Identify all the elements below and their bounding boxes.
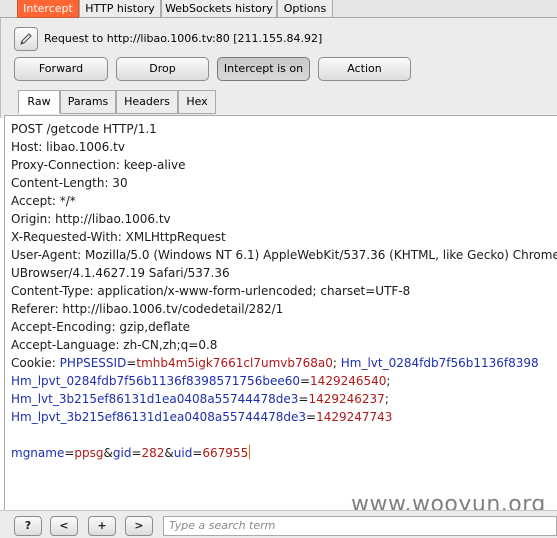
cookie-name: Hm_lvt_0284fdb7f56b1136f8398 (340, 356, 539, 370)
equals-sign: = (306, 410, 317, 424)
cookie-name: Hm_lvt_3b215ef86131d1ea0408a55744478de3 (11, 392, 299, 406)
header-line: Accept: */* (11, 194, 76, 208)
header-line: Accept-Encoding: gzip,deflate (11, 320, 191, 334)
cookie-line: Hm_lvt_3b215ef86131d1ea0408a55744478de3=… (11, 390, 389, 408)
header-line: Host: libao.1006.tv (11, 140, 125, 154)
tab-options[interactable]: Options (277, 0, 333, 18)
forward-button[interactable]: Forward (14, 57, 108, 81)
action-button[interactable]: Action (318, 57, 411, 81)
tab-hex[interactable]: Hex (178, 90, 216, 114)
cookie-value: 1429246237 (308, 392, 385, 406)
cookie-name: Hm_lpvt_3b215ef86131d1ea0408a55744478de3 (11, 410, 307, 424)
raw-request-editor[interactable]: POST /getcode HTTP/1.1 Host: libao.1006.… (4, 115, 557, 510)
cookie-line: Hm_lpvt_0284fdb7f56b1136f8398571756bee60… (11, 372, 390, 390)
cookie-name: Hm_lpvt_0284fdb7f56b1136f8398571756bee60 (11, 374, 300, 388)
next-match-button[interactable]: > (125, 516, 153, 536)
search-bar: ? < + > Type a search term (0, 510, 557, 538)
equals-sign: = (299, 374, 311, 388)
param-value: 667955 (202, 446, 249, 460)
equals-sign: = (64, 446, 75, 460)
main-tab-bar: Intercept HTTP history WebSockets histor… (0, 0, 557, 18)
equals-sign: = (298, 392, 309, 406)
param-value: 282 (141, 446, 165, 460)
tab-raw[interactable]: Raw (18, 90, 60, 114)
header-line: Accept-Language: zh-CN,zh;q=0.8 (11, 338, 218, 352)
equals-sign: = (192, 446, 203, 460)
intercept-toggle-button[interactable]: Intercept is on (217, 57, 310, 81)
header-line: User-Agent: Mozilla/5.0 (Windows NT 6.1)… (11, 248, 557, 262)
equals-sign: = (126, 356, 137, 370)
ampersand: & (164, 446, 174, 460)
param-name: mgname (11, 446, 65, 460)
header-line: Content-Type: application/x-www-form-url… (11, 284, 411, 298)
text-caret (249, 445, 251, 459)
param-name: uid (173, 446, 193, 460)
help-button[interactable]: ? (14, 516, 42, 536)
separator: ; (332, 356, 341, 370)
tab-params[interactable]: Params (60, 90, 116, 114)
previous-match-button[interactable]: < (50, 516, 78, 536)
search-input[interactable]: Type a search term (163, 516, 557, 536)
header-line: Content-Length: 30 (11, 176, 128, 190)
separator: ; (384, 392, 389, 406)
param-name: gid (112, 446, 132, 460)
message-view-tabs: Raw Params Headers Hex (0, 90, 557, 114)
cookie-line: Cookie: PHPSESSID=tmhb4m5igk7661cl7umvb7… (11, 354, 539, 372)
tab-websockets-history[interactable]: WebSockets history (161, 0, 277, 18)
drop-button[interactable]: Drop (116, 57, 209, 81)
request-line: POST /getcode HTTP/1.1 (11, 122, 157, 136)
request-target-label: Request to http://libao.1006.tv:80 [211.… (44, 32, 323, 45)
tab-headers[interactable]: Headers (116, 90, 178, 114)
cookie-value: 1429247743 (316, 410, 393, 424)
tab-intercept[interactable]: Intercept (17, 0, 79, 18)
edit-pencil-icon[interactable] (14, 27, 38, 51)
header-line: Referer: http://libao.1006.tv/codedetail… (11, 302, 284, 316)
cookie-line: Hm_lpvt_3b215ef86131d1ea0408a55744478de3… (11, 408, 392, 426)
cookie-value: 1429246540 (310, 374, 387, 388)
ampersand: & (103, 446, 113, 460)
add-button[interactable]: + (88, 516, 116, 536)
header-line: Origin: http://libao.1006.tv (11, 212, 171, 226)
tab-http-history[interactable]: HTTP history (79, 0, 161, 18)
cookie-value: tmhb4m5igk7661cl7umvb768a0 (136, 356, 333, 370)
cookie-label: Cookie: (11, 356, 60, 370)
equals-sign: = (131, 446, 142, 460)
header-line: X-Requested-With: XMLHttpRequest (11, 230, 226, 244)
header-line: Proxy-Connection: keep-alive (11, 158, 186, 172)
header-line: UBrowser/4.1.4627.19 Safari/537.36 (11, 266, 230, 280)
separator: ; (386, 374, 391, 388)
request-body-line: mgname=ppsg&gid=282&uid=667955 (11, 444, 251, 462)
param-value: ppsg (74, 446, 104, 460)
cookie-name: PHPSESSID (59, 356, 127, 370)
